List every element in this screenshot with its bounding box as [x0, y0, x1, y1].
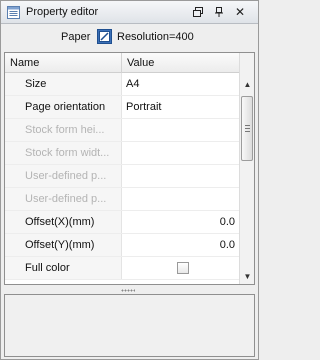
property-value [122, 119, 239, 141]
grip-icon [245, 125, 250, 132]
property-value [122, 165, 239, 187]
restore-button[interactable] [191, 5, 205, 19]
full-color-checkbox[interactable] [177, 262, 189, 274]
property-value[interactable]: 0.0 [122, 211, 239, 233]
property-name: Stock form widt... [5, 142, 122, 164]
property-name: Size [5, 73, 122, 95]
close-icon: ✕ [234, 5, 246, 19]
property-editor-window: Property editor ✕ Paper Resolution=400 N… [0, 0, 259, 360]
edit-icon[interactable] [97, 29, 112, 44]
table-row[interactable]: Offset(X)(mm) 0.0 [5, 211, 239, 234]
table-row[interactable]: Size A4 [5, 73, 239, 96]
info-row: Paper Resolution=400 [1, 25, 258, 49]
column-header-name[interactable]: Name [5, 53, 122, 73]
property-name: Full color [5, 257, 122, 279]
description-pane [4, 294, 255, 357]
restore-icon [193, 7, 203, 17]
title-bar: Property editor ✕ [1, 1, 258, 24]
property-name: User-defined p... [5, 165, 122, 187]
property-value[interactable]: Portrait [122, 96, 239, 118]
column-header-value[interactable]: Value [122, 53, 239, 73]
table-header: Name Value [5, 53, 239, 73]
pin-button[interactable] [212, 5, 226, 19]
table-row[interactable]: Full color [5, 257, 239, 280]
property-value [122, 188, 239, 210]
table-row: User-defined p... [5, 188, 239, 211]
pane-splitter[interactable] [1, 287, 258, 294]
table-row: Stock form hei... [5, 119, 239, 142]
property-name: User-defined p... [5, 188, 122, 210]
property-name: Stock form hei... [5, 119, 122, 141]
property-value[interactable]: A4 [122, 73, 239, 95]
property-value-cell [122, 257, 239, 279]
property-name: Offset(X)(mm) [5, 211, 122, 233]
splitter-grip-icon [121, 289, 135, 292]
resolution-label: Resolution=400 [117, 31, 194, 43]
close-button[interactable]: ✕ [233, 5, 247, 19]
scrollbar-thumb[interactable] [241, 96, 253, 161]
property-value[interactable]: 0.0 [122, 234, 239, 256]
table-row[interactable]: Offset(Y)(mm) 0.0 [5, 234, 239, 257]
scroll-up-arrow-icon[interactable]: ▲ [240, 77, 254, 92]
property-name: Page orientation [5, 96, 122, 118]
table-row[interactable]: Page orientation Portrait [5, 96, 239, 119]
vertical-scrollbar[interactable]: ▲ ▼ [239, 53, 254, 284]
property-editor-icon [7, 6, 20, 19]
category-label: Paper [61, 31, 91, 43]
window-title: Property editor [26, 6, 99, 18]
table-row: Stock form widt... [5, 142, 239, 165]
table-rows: Size A4 Page orientation Portrait Stock … [5, 73, 239, 280]
pin-icon [215, 7, 223, 17]
property-value [122, 142, 239, 164]
table-row: User-defined p... [5, 165, 239, 188]
property-table: Name Value Size A4 Page orientation Port… [4, 52, 255, 285]
property-name: Offset(Y)(mm) [5, 234, 122, 256]
scroll-down-arrow-icon[interactable]: ▼ [240, 269, 254, 284]
